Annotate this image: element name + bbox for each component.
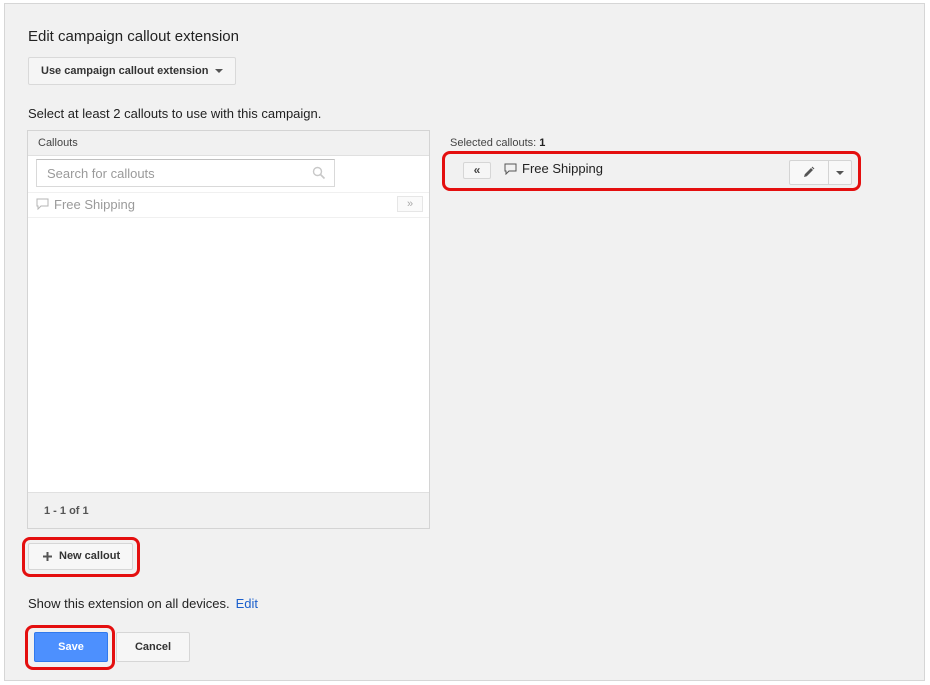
- available-callouts-header: Callouts: [28, 131, 429, 156]
- list-item-label: Free Shipping: [54, 197, 135, 212]
- callout-options-dropdown[interactable]: [829, 161, 851, 184]
- edit-devices-link[interactable]: Edit: [236, 596, 258, 611]
- add-callout-button[interactable]: »: [397, 196, 423, 212]
- save-button[interactable]: Save: [34, 632, 108, 662]
- speech-bubble-icon: [504, 163, 517, 175]
- plus-icon: [43, 552, 52, 561]
- edit-callout-dialog: Edit campaign callout extension Use camp…: [4, 3, 925, 681]
- new-callout-button[interactable]: New callout: [28, 543, 133, 570]
- callout-mode-dropdown[interactable]: Use campaign callout extension: [28, 57, 236, 85]
- search-icon: [312, 166, 326, 180]
- selected-callouts-label: Selected callouts: 1: [450, 137, 546, 149]
- list-item[interactable]: Free Shipping »: [28, 192, 429, 218]
- new-callout-label: New callout: [59, 550, 121, 562]
- available-callouts-panel: Callouts Free Shipping » 1 - 1 of 1: [27, 130, 430, 529]
- page-title: Edit campaign callout extension: [28, 28, 239, 45]
- search-field: [36, 159, 335, 187]
- callout-mode-label: Use campaign callout extension: [41, 65, 209, 77]
- instruction-text: Select at least 2 callouts to use with t…: [28, 106, 322, 121]
- chevron-down-icon: [836, 171, 844, 175]
- chevron-down-icon: [214, 69, 223, 74]
- devices-text: Show this extension on all devices.: [28, 596, 230, 611]
- search-input[interactable]: [37, 160, 317, 186]
- speech-bubble-icon: [36, 198, 49, 210]
- selected-count: 1: [539, 137, 546, 149]
- selected-callout-label: Free Shipping: [522, 161, 603, 176]
- pagination-text: 1 - 1 of 1: [28, 492, 429, 528]
- edit-callout-button[interactable]: [790, 161, 829, 184]
- selected-callout-item: « Free Shipping: [442, 151, 861, 191]
- cancel-button[interactable]: Cancel: [116, 632, 190, 662]
- edit-button-group: [789, 160, 852, 185]
- devices-setting: Show this extension on all devices. Edit: [28, 596, 258, 611]
- pencil-icon: [804, 166, 815, 177]
- remove-callout-button[interactable]: «: [463, 162, 491, 179]
